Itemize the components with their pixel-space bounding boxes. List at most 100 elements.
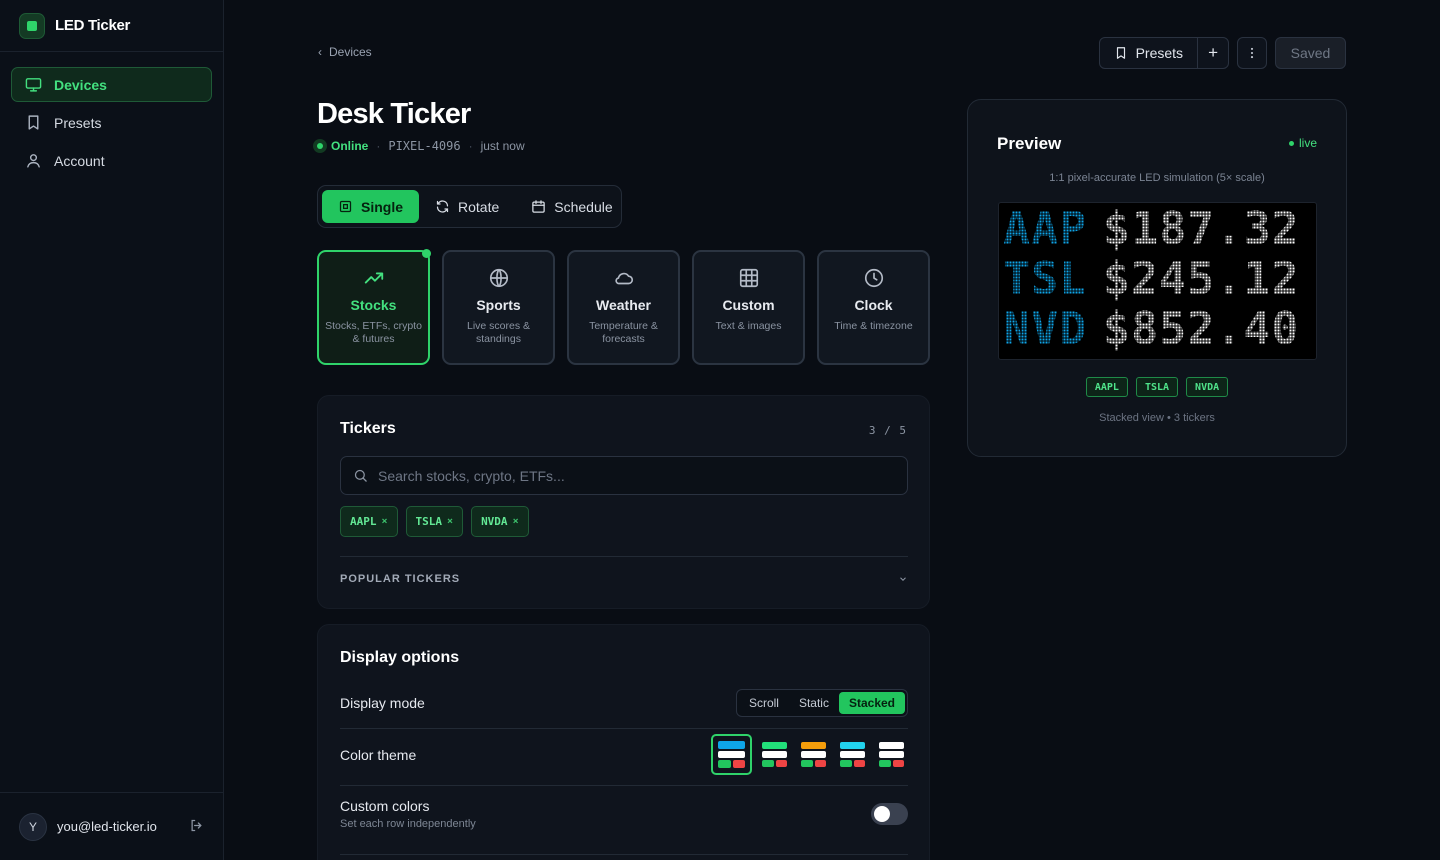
theme-swatch[interactable]	[875, 738, 908, 771]
swatch-up	[840, 760, 852, 767]
swatch-up	[718, 760, 731, 769]
card-subtitle: Live scores & standings	[466, 320, 531, 345]
display-mode-stacked[interactable]: Stacked	[838, 692, 905, 714]
led-price: $852.40	[1103, 301, 1300, 355]
theme-swatch[interactable]	[758, 738, 791, 771]
led-logo-icon	[19, 12, 45, 39]
swatch-down	[775, 760, 787, 767]
breadcrumb-devices[interactable]: Devices	[329, 45, 372, 59]
display-mode-static[interactable]: Static	[789, 692, 839, 714]
swatch-split	[879, 760, 904, 767]
swatch-top	[801, 742, 826, 749]
avatar[interactable]: Y	[19, 812, 47, 841]
logout-icon	[191, 819, 202, 831]
custom-colors-sub: Set each row independently	[340, 818, 476, 830]
live-dot-icon	[1288, 140, 1294, 146]
theme-swatch[interactable]	[711, 734, 752, 775]
remove-icon[interactable]: ×	[513, 516, 519, 527]
ticker-search[interactable]	[340, 456, 908, 495]
source-card-sports[interactable]: Sports Live scores & standings	[442, 250, 555, 365]
swatch-top	[879, 742, 904, 749]
app-name: LED Ticker	[55, 17, 131, 34]
brand[interactable]: LED Ticker	[0, 0, 223, 52]
swatch-mid	[801, 751, 826, 758]
card-title: Stocks	[350, 297, 397, 313]
led-symbol: NVD	[1003, 301, 1088, 355]
ticker-chip-aapl[interactable]: AAPL ×	[340, 506, 398, 537]
breadcrumb[interactable]: ‹ Devices	[318, 45, 372, 59]
online-dot-icon	[313, 139, 327, 153]
swatch-top	[718, 741, 745, 749]
theme-swatch[interactable]	[836, 738, 869, 771]
divider	[340, 854, 908, 855]
remove-icon[interactable]: ×	[382, 516, 388, 527]
source-card-stocks[interactable]: Stocks Stocks, ETFs, crypto & futures	[317, 249, 431, 365]
page-title: Desk Ticker	[317, 98, 471, 130]
search-input[interactable]	[378, 467, 878, 484]
tickers-title: Tickers	[340, 420, 396, 437]
source-card-custom[interactable]: Custom Text & images	[692, 250, 805, 365]
tab-schedule[interactable]: Schedule	[515, 190, 628, 223]
refresh-icon	[436, 200, 449, 213]
more-options-button[interactable]	[1237, 37, 1267, 69]
tab-single[interactable]: Single	[322, 190, 420, 223]
card-title: Custom	[722, 297, 775, 313]
sidebar-item-account[interactable]: Account	[11, 143, 212, 178]
search-icon	[354, 469, 367, 482]
card-subtitle: Text & images	[715, 320, 782, 332]
display-options-panel: Display options Display mode Scroll Stat…	[317, 624, 930, 860]
tickers-panel: Tickers 3 / 5 AAPL × TSLA × NVDA × POPUL…	[317, 395, 930, 609]
swatch-up	[879, 760, 891, 767]
square-icon	[339, 200, 352, 213]
grid-icon	[739, 268, 758, 288]
theme-swatch[interactable]	[797, 738, 830, 771]
bookmark-icon	[1116, 47, 1125, 59]
swatch-split	[840, 760, 865, 767]
swatch-up	[801, 760, 813, 767]
swatch-split	[762, 760, 787, 767]
add-preset-button[interactable]: +	[1197, 38, 1228, 68]
swatch-down	[732, 760, 745, 769]
color-theme-row: Color theme	[340, 734, 908, 775]
source-card-weather[interactable]: Weather Temperature & forecasts	[567, 250, 680, 365]
toggle-knob	[874, 806, 890, 822]
custom-colors-toggle[interactable]	[871, 803, 908, 825]
live-indicator: live	[1288, 136, 1317, 150]
sidebar-item-label: Devices	[54, 76, 107, 93]
tab-rotate[interactable]: Rotate	[419, 190, 515, 223]
card-title: Clock	[854, 297, 893, 313]
presets-button[interactable]: Presets	[1100, 38, 1197, 68]
plus-icon: +	[1208, 43, 1218, 62]
saved-button[interactable]: Saved	[1275, 37, 1346, 69]
swatch-down	[892, 760, 904, 767]
ticker-chip-nvda[interactable]: NVDA ×	[471, 506, 529, 537]
chip-label: AAPL	[350, 515, 377, 528]
display-mode-scroll[interactable]: Scroll	[739, 692, 789, 714]
presets-label: Presets	[1135, 45, 1184, 61]
more-vertical-icon	[1250, 47, 1254, 59]
source-card-clock[interactable]: Clock Time & timezone	[817, 250, 930, 365]
preview-tag: TSLA	[1135, 377, 1179, 397]
swatch-top	[840, 742, 865, 749]
display-mode-selector: Scroll Static Stacked	[735, 689, 908, 717]
swatch-mid	[840, 751, 865, 758]
popular-tickers-toggle[interactable]: POPULAR TICKERS	[340, 573, 908, 585]
sidebar-item-presets[interactable]: Presets	[11, 105, 212, 140]
remove-icon[interactable]: ×	[447, 516, 453, 527]
led-price: $187.32	[1103, 202, 1300, 255]
swatch-split	[718, 760, 745, 769]
swatch-mid	[718, 750, 745, 759]
sidebar-item-devices[interactable]: Devices	[11, 67, 212, 102]
chevron-left-icon: ‹	[318, 45, 322, 59]
tab-label: Single	[361, 198, 404, 215]
top-actions: Presets + Saved	[1098, 37, 1346, 69]
led-price: $245.12	[1103, 251, 1300, 305]
swatch-mid	[879, 751, 904, 758]
preview-tag: AAPL	[1085, 377, 1128, 397]
logout-button[interactable]	[189, 818, 204, 836]
divider	[340, 785, 908, 786]
user-icon	[27, 154, 40, 168]
ticker-chip-tsla[interactable]: TSLA ×	[405, 506, 464, 537]
custom-colors-text: Custom colors Set each row independently	[340, 798, 476, 830]
device-status-row: Online · PIXEL-4096 · just now	[313, 139, 525, 153]
